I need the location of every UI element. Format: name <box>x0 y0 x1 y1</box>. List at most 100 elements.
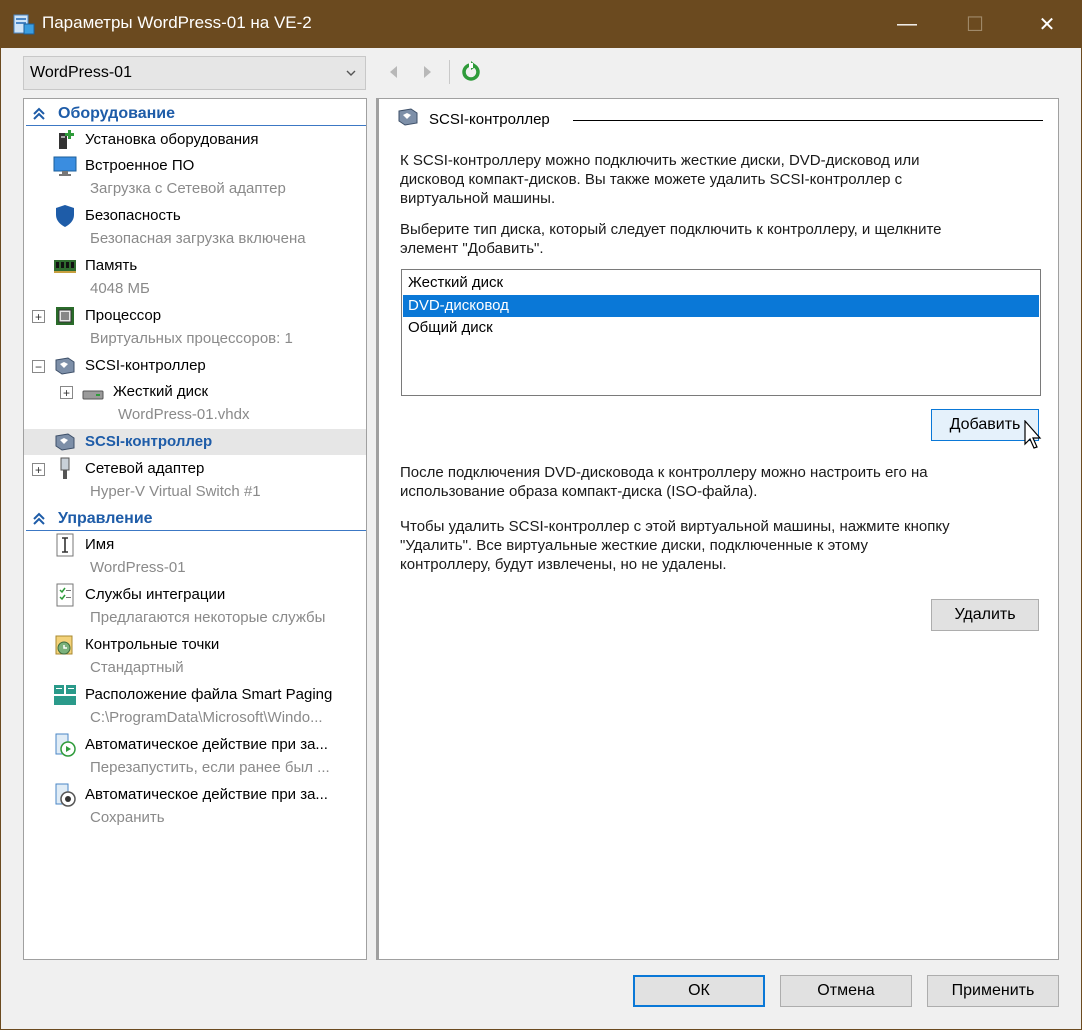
tree-item-label: Автоматическое действие при за... <box>85 736 328 753</box>
vm-selector-value: WordPress-01 <box>30 64 132 81</box>
detail-header: SCSI-контроллер <box>397 107 550 131</box>
tree-item-firmware[interactable]: Встроенное ПО Загрузка с Сетевой адаптер <box>24 154 366 202</box>
tree-item-sub: Предлагаются некоторые службы <box>90 609 326 626</box>
auto-start-icon <box>53 733 77 757</box>
remove-line-2: "Удалить". Все виртуальные жесткие диски… <box>400 537 868 554</box>
tree-item-sub: Сохранить <box>90 809 165 826</box>
minimize-button[interactable]: — <box>872 0 942 48</box>
delete-button[interactable]: Удалить <box>931 599 1039 631</box>
text-cursor-icon <box>53 533 77 557</box>
maximize-button[interactable]: ☐ <box>940 0 1010 48</box>
tree-item-sub: WordPress-01.vhdx <box>118 406 250 423</box>
management-header-label: Управление <box>58 509 153 527</box>
smart-paging-icon <box>53 683 77 707</box>
tree-item-smart-paging[interactable]: Расположение файла Smart Paging C:\Progr… <box>24 683 366 731</box>
tree-item-sub: WordPress-01 <box>90 559 186 576</box>
tree-item-add-hardware[interactable]: Установка оборудования <box>24 128 366 152</box>
management-section-header[interactable]: Управление <box>26 507 366 531</box>
intro-line-1: К SCSI-контроллеру можно подключить жест… <box>400 152 920 169</box>
monitor-icon <box>53 154 77 178</box>
ok-button[interactable]: ОК <box>633 975 765 1007</box>
detail-panel: SCSI-контроллер К SCSI-контроллеру можно… <box>376 98 1059 960</box>
tree-item-scsi-controller-1[interactable]: − SCSI-контроллер <box>24 354 366 378</box>
remove-line-1: Чтобы удалить SCSI-контроллер с этой вир… <box>400 518 950 535</box>
tree-item-sub: Загрузка с Сетевой адаптер <box>90 180 286 197</box>
forward-arrow-icon[interactable] <box>415 60 439 84</box>
double-chevron-up-icon[interactable] <box>30 105 48 123</box>
auto-stop-icon <box>53 783 77 807</box>
tree-item-sub: C:\ProgramData\Microsoft\Windo... <box>90 709 323 726</box>
intro-line-2: дисковод компакт-дисков. Вы также можете… <box>400 171 903 188</box>
back-arrow-icon[interactable] <box>382 60 406 84</box>
add-button[interactable]: Добавить <box>931 409 1039 441</box>
settings-tree: Оборудование Установка оборудования Встр… <box>23 98 367 960</box>
tree-item-label: Сетевой адаптер <box>85 460 205 477</box>
tree-item-sub: 4048 МБ <box>90 280 150 297</box>
tree-item-label: Контрольные точки <box>85 636 220 653</box>
window-body: WordPress-01 Оборудование Установка обор… <box>0 48 1082 1030</box>
tree-item-label: Память <box>85 257 138 274</box>
tree-item-sub: Виртуальных процессоров: 1 <box>90 330 293 347</box>
hardware-section-header[interactable]: Оборудование <box>26 102 366 126</box>
disk-type-option[interactable]: Общий диск <box>403 317 1039 339</box>
disk-type-option-selected[interactable]: DVD-дисковод <box>403 295 1039 317</box>
dvd-info-text: После подключения DVD-дисковода к контро… <box>400 463 928 501</box>
tree-item-hard-disk[interactable]: + Жесткий диск WordPress-01.vhdx <box>24 380 366 428</box>
after-line-1: После подключения DVD-дисковода к контро… <box>400 464 928 481</box>
tree-item-auto-start-action[interactable]: Автоматическое действие при за... Переза… <box>24 733 366 781</box>
memory-icon <box>53 254 77 278</box>
tree-item-sub: Безопасная загрузка включена <box>90 230 306 247</box>
window-title: Параметры WordPress-01 на VE-2 <box>42 13 312 32</box>
tree-item-label: Расположение файла Smart Paging <box>85 686 333 703</box>
vm-selector-dropdown[interactable]: WordPress-01 <box>23 56 366 90</box>
detail-title: SCSI-контроллер <box>429 110 550 128</box>
network-adapter-icon <box>53 457 77 481</box>
disk-type-option[interactable]: Жесткий диск <box>403 272 1039 294</box>
choose-line-1: Выберите тип диска, который следует подк… <box>400 221 942 238</box>
remove-info-text: Чтобы удалить SCSI-контроллер с этой вир… <box>400 517 950 574</box>
tree-item-memory[interactable]: Память 4048 МБ <box>24 254 366 302</box>
tree-item-label: Имя <box>85 536 115 553</box>
chevron-down-icon <box>345 66 357 78</box>
expand-plus-icon[interactable]: + <box>32 463 45 476</box>
tree-item-processor[interactable]: + Процессор Виртуальных процессоров: 1 <box>24 304 366 352</box>
tree-item-auto-stop-action[interactable]: Автоматическое действие при за... Сохран… <box>24 783 366 831</box>
tree-item-label: Безопасность <box>85 207 181 224</box>
hardware-header-label: Оборудование <box>58 104 176 122</box>
tree-item-sub: Перезапустить, если ранее был ... <box>90 759 330 776</box>
choose-line-2: элемент "Добавить". <box>400 240 544 257</box>
apply-button[interactable]: Применить <box>927 975 1059 1007</box>
tree-item-label: Автоматическое действие при за... <box>85 786 328 803</box>
tree-item-label: Процессор <box>85 307 162 324</box>
cancel-button[interactable]: Отмена <box>780 975 912 1007</box>
choose-instruction: Выберите тип диска, который следует подк… <box>400 220 942 258</box>
tree-item-network-adapter[interactable]: + Сетевой адаптер Hyper-V Virtual Switch… <box>24 457 366 505</box>
processor-icon <box>53 304 77 328</box>
disk-type-listbox[interactable]: Жесткий диск DVD-дисковод Общий диск <box>401 269 1041 396</box>
tree-item-checkpoints[interactable]: Контрольные точки Стандартный <box>24 633 366 681</box>
tree-item-name[interactable]: Имя WordPress-01 <box>24 533 366 581</box>
double-chevron-up-icon[interactable] <box>30 510 48 528</box>
tree-item-security[interactable]: Безопасность Безопасная загрузка включен… <box>24 204 366 252</box>
expand-plus-icon[interactable]: + <box>60 386 73 399</box>
scsi-controller-icon <box>397 107 419 131</box>
close-button[interactable]: ✕ <box>1012 0 1082 48</box>
tree-item-integration-services[interactable]: Службы интеграции Предлагаются некоторые… <box>24 583 366 631</box>
tree-item-label: Жесткий диск <box>113 383 209 400</box>
mouse-pointer-icon <box>1024 419 1044 454</box>
tree-item-scsi-controller-2[interactable]: SCSI-контроллер <box>24 429 366 455</box>
hard-disk-icon <box>81 382 105 406</box>
settings-app-icon <box>12 12 36 36</box>
shield-icon <box>53 204 77 228</box>
after-line-2: использование образа компакт-диска (ISO-… <box>400 483 758 500</box>
checklist-icon <box>53 583 77 607</box>
tree-item-label: Установка оборудования <box>85 131 259 148</box>
collapse-minus-icon[interactable]: − <box>32 360 45 373</box>
scsi-controller-icon <box>53 430 77 454</box>
expand-plus-icon[interactable]: + <box>32 310 45 323</box>
checkpoint-icon <box>53 633 77 657</box>
tree-item-label: SCSI-контроллер <box>85 357 206 374</box>
tree-item-label: Службы интеграции <box>85 586 226 603</box>
tree-item-sub: Стандартный <box>90 659 184 676</box>
refresh-icon[interactable] <box>459 60 483 84</box>
